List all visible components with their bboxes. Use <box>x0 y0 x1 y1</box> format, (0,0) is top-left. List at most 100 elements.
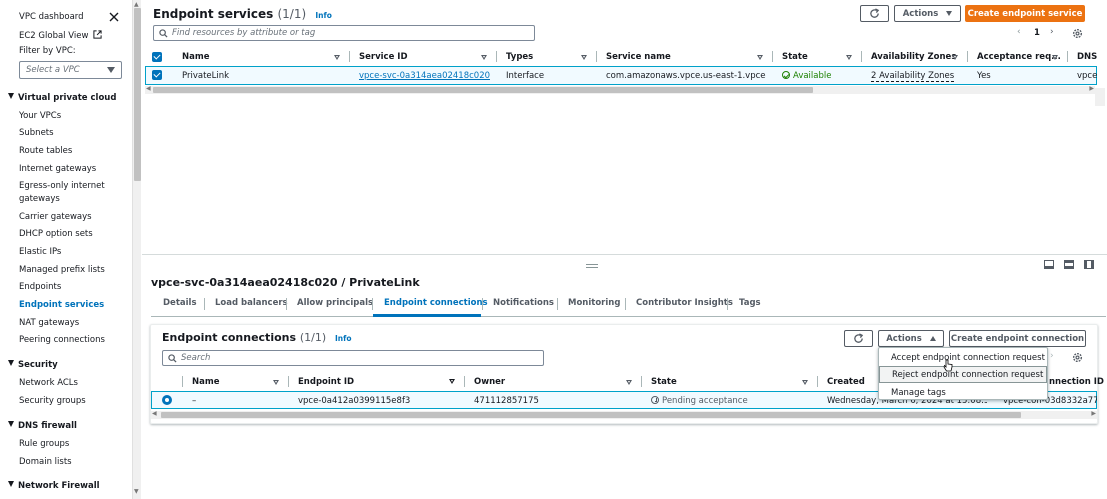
tab-contributor-insights[interactable]: Contributor Insights <box>636 298 733 308</box>
resize-handle[interactable] <box>586 264 598 268</box>
page-number[interactable]: 1 <box>1034 28 1040 38</box>
select-all-checkbox[interactable] <box>152 52 162 62</box>
prev-page-icon[interactable]: ‹ <box>1017 27 1021 37</box>
col-header-owner[interactable]: Owner <box>474 377 505 387</box>
sort-icon[interactable] <box>1052 55 1058 60</box>
tab-notifications[interactable]: Notifications <box>493 298 554 308</box>
sidebar-item-internet-gateways[interactable]: Internet gateways <box>19 164 96 174</box>
sidebar-item-endpoint-services[interactable]: Endpoint services <box>19 300 104 310</box>
column-divider[interactable] <box>641 376 642 387</box>
scrollbar-thumb[interactable] <box>153 87 813 93</box>
scroll-right-icon[interactable]: ▶ <box>1091 410 1096 417</box>
scroll-right-icon[interactable]: ▶ <box>1089 85 1094 92</box>
col-header-types[interactable]: Types <box>506 52 533 62</box>
column-divider[interactable] <box>496 51 497 62</box>
sidebar-item-nat-gateways[interactable]: NAT gateways <box>19 318 79 328</box>
panel-middle-icon[interactable] <box>1064 260 1074 269</box>
sidebar-link-vpc-dashboard[interactable]: VPC dashboard <box>19 12 84 22</box>
sidebar-item-endpoints[interactable]: Endpoints <box>19 282 61 292</box>
column-divider[interactable] <box>596 51 597 62</box>
section-network-firewall[interactable]: Network Firewall <box>8 481 100 491</box>
connections-horizontal-scrollbar[interactable]: ◀ ▶ <box>151 410 1097 419</box>
next-page-icon[interactable]: › <box>1050 351 1054 361</box>
column-divider[interactable] <box>182 376 183 387</box>
refresh-connections-button[interactable] <box>844 330 873 347</box>
tab-endpoint-connections[interactable]: Endpoint connections <box>384 298 488 308</box>
gear-icon[interactable] <box>1072 28 1083 39</box>
section-security[interactable]: Security <box>8 360 58 370</box>
sidebar-item-egress-only-internet-gateways[interactable]: Egress-only internet gateways <box>19 180 119 206</box>
col-header-name[interactable]: Name <box>182 52 209 62</box>
close-icon[interactable] <box>108 11 120 23</box>
sidebar-item-elastic-ips[interactable]: Elastic IPs <box>19 247 61 257</box>
sort-icon[interactable] <box>846 55 852 60</box>
refresh-button[interactable] <box>860 5 889 22</box>
col-header-state[interactable]: State <box>782 52 808 62</box>
sort-icon[interactable] <box>802 380 808 385</box>
tab-details[interactable]: Details <box>163 298 197 308</box>
sidebar-item-subnets[interactable]: Subnets <box>19 128 54 138</box>
availability-zones-popover[interactable]: 2 Availability Zones <box>871 71 955 82</box>
create-endpoint-service-button[interactable]: Create endpoint service <box>965 5 1085 22</box>
sidebar-item-route-tables[interactable]: Route tables <box>19 146 72 156</box>
sidebar-scrollbar[interactable]: ▲ ▼ <box>132 0 141 499</box>
column-divider[interactable] <box>1067 51 1068 62</box>
column-divider[interactable] <box>861 51 862 62</box>
sidebar-item-carrier-gateways[interactable]: Carrier gateways <box>19 212 92 222</box>
gear-icon[interactable] <box>1072 352 1083 363</box>
scroll-up-icon[interactable]: ▲ <box>134 1 139 8</box>
col-header-name[interactable]: Name <box>192 377 219 387</box>
col-header-endpoint-id[interactable]: Endpoint ID <box>298 377 354 387</box>
table-horizontal-scrollbar[interactable]: ◀ ▶ <box>145 85 1095 94</box>
tab-tags[interactable]: Tags <box>739 298 761 308</box>
next-page-icon[interactable]: › <box>1050 27 1054 37</box>
scrollbar-thumb[interactable] <box>161 412 1021 418</box>
sort-descending-icon[interactable] <box>449 379 455 384</box>
row-radio-button[interactable] <box>162 395 172 405</box>
col-header-availability-zones[interactable]: Availability Zones <box>871 52 956 62</box>
sort-icon[interactable] <box>334 55 340 60</box>
search-input[interactable]: Find resources by attribute or tag <box>153 25 535 41</box>
panel-side-icon[interactable] <box>1084 260 1094 269</box>
vpc-filter-select[interactable]: Select a VPC <box>19 61 122 79</box>
service-id-link[interactable]: vpce-svc-0a314aea02418c020 <box>359 71 490 81</box>
sidebar-item-security-groups[interactable]: Security groups <box>19 396 86 406</box>
scroll-left-icon[interactable]: ◀ <box>152 410 157 417</box>
col-header-dns[interactable]: DNS <box>1077 52 1097 62</box>
menu-item-manage-tags[interactable]: Manage tags <box>879 384 1047 401</box>
col-header-state[interactable]: State <box>651 377 677 387</box>
main-vertical-scrollbar[interactable] <box>1095 88 1105 106</box>
section-virtual-private-cloud[interactable]: Virtual private cloud <box>8 93 116 103</box>
column-divider[interactable] <box>967 51 968 62</box>
scrollbar-thumb[interactable] <box>134 8 141 181</box>
column-divider[interactable] <box>349 51 350 62</box>
column-divider[interactable] <box>464 376 465 387</box>
menu-item-accept-connection[interactable]: Accept endpoint connection request <box>879 349 1047 366</box>
col-header-service-name[interactable]: Service name <box>606 52 671 62</box>
sort-icon[interactable] <box>581 55 587 60</box>
col-header-acceptance-required[interactable]: Acceptance req... <box>977 52 1061 62</box>
scroll-down-icon[interactable]: ▼ <box>134 488 139 495</box>
sidebar-item-network-acls[interactable]: Network ACLs <box>19 378 78 388</box>
scroll-left-icon[interactable]: ◀ <box>146 85 151 92</box>
sidebar-item-managed-prefix-lists[interactable]: Managed prefix lists <box>19 265 105 275</box>
sidebar-item-peering-connections[interactable]: Peering connections <box>19 335 105 345</box>
sidebar-link-ec2-global-view[interactable]: EC2 Global View <box>19 30 102 41</box>
column-divider[interactable] <box>288 376 289 387</box>
connections-actions-button[interactable]: Actions <box>878 330 944 347</box>
tab-load-balancers[interactable]: Load balancers <box>215 298 288 308</box>
sort-icon[interactable] <box>757 55 763 60</box>
sort-icon[interactable] <box>952 55 958 60</box>
row-checkbox[interactable] <box>152 70 162 80</box>
menu-item-reject-connection[interactable]: Reject endpoint connection request <box>879 366 1047 383</box>
info-link[interactable]: Info <box>315 11 332 20</box>
tab-allow-principals[interactable]: Allow principals <box>297 298 373 308</box>
sort-icon[interactable] <box>273 380 279 385</box>
create-endpoint-connection-button[interactable]: Create endpoint connection <box>949 330 1086 347</box>
sort-icon[interactable] <box>481 55 487 60</box>
col-header-connection-id[interactable]: nnection ID <box>1049 377 1104 387</box>
sidebar-item-your-vpcs[interactable]: Your VPCs <box>19 111 61 121</box>
sidebar-item-rule-groups[interactable]: Rule groups <box>19 439 69 449</box>
sidebar-item-dhcp-option-sets[interactable]: DHCP option sets <box>19 229 93 239</box>
section-dns-firewall[interactable]: DNS firewall <box>8 421 77 431</box>
